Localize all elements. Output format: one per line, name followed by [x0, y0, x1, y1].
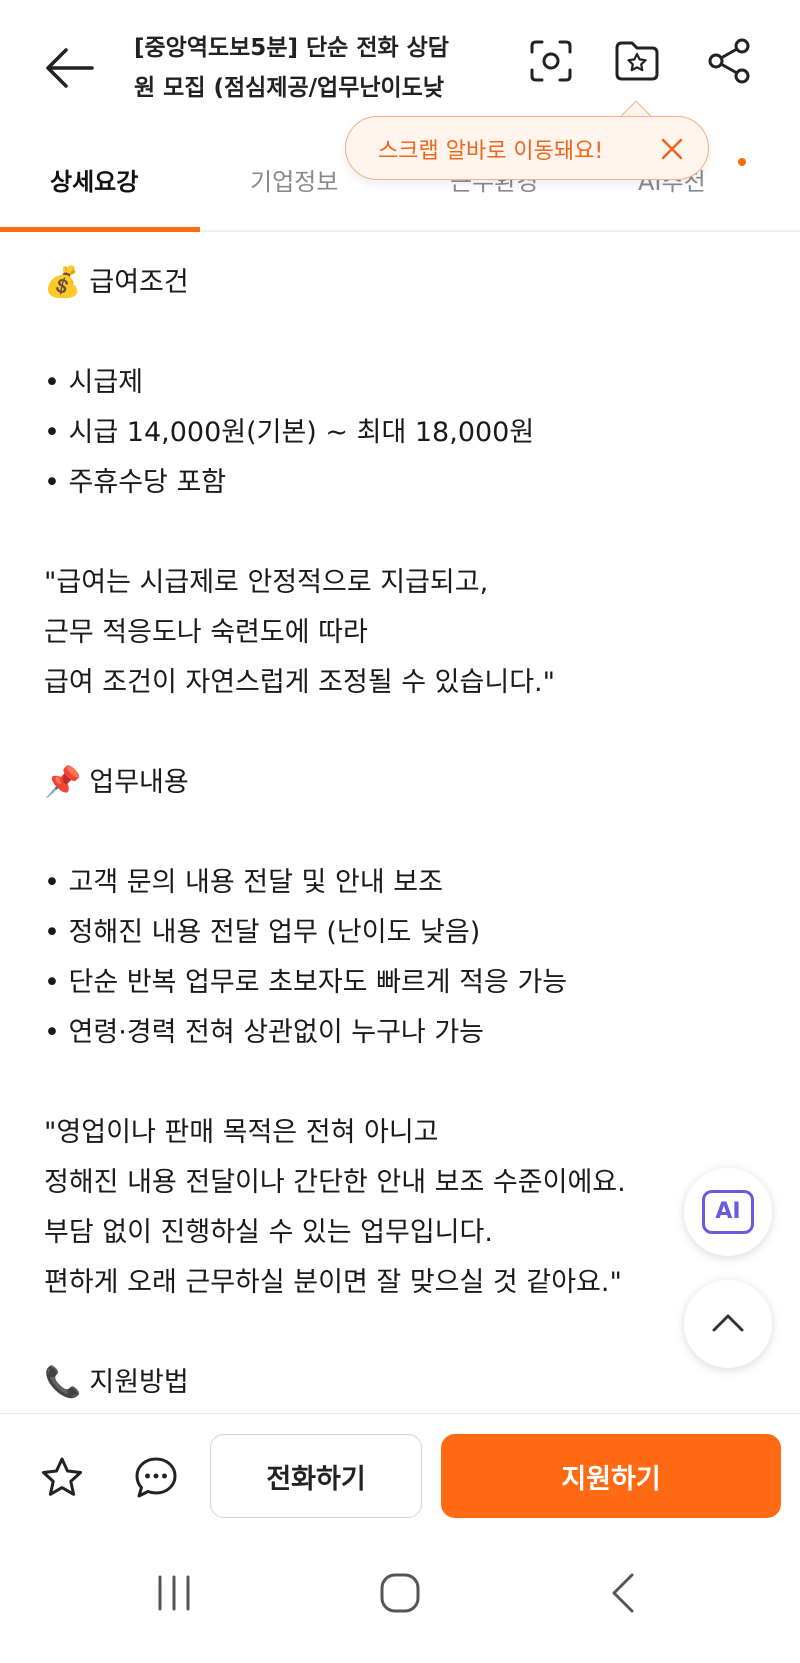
apply-heading-text: 지원방법	[89, 1367, 189, 1398]
back-arrow-icon	[46, 48, 94, 88]
tab-details[interactable]: 상세요강	[50, 162, 138, 197]
favorite-button[interactable]	[38, 1454, 86, 1502]
quote-line: 부담 없이 진행하실 수 있는 업무입니다.	[44, 1217, 493, 1248]
call-button[interactable]: 전화하기	[210, 1434, 422, 1518]
tooltip-text: 스크랩 알바로 이동돼요!	[378, 139, 604, 164]
quote-line: "급여는 시급제로 안정적으로 지급되고,	[44, 567, 489, 598]
title-line-2: 원 모집 (점심제공/업무난이도낮	[134, 75, 445, 101]
active-tab-indicator	[0, 227, 200, 232]
quote-line: 편하게 오래 근무하실 분이면 잘 맞으실 것 같아요."	[44, 1267, 622, 1298]
recents-icon	[158, 1575, 190, 1611]
apply-section-heading: 📞 지원방법	[44, 1358, 774, 1408]
ai-assistant-button[interactable]: AI	[684, 1168, 772, 1256]
new-badge-dot	[738, 158, 746, 166]
list-item: • 시급제	[44, 367, 144, 398]
phone-icon: 📞	[44, 1365, 82, 1400]
share-icon	[708, 38, 750, 84]
scrap-tooltip[interactable]: 스크랩 알바로 이동돼요!	[345, 116, 709, 180]
apply-button[interactable]: 지원하기	[441, 1434, 781, 1518]
salary-heading-text: 급여조건	[89, 267, 189, 298]
title-line-1: [중앙역도보5분] 단순 전화 상담	[134, 35, 449, 61]
star-icon	[42, 1457, 82, 1496]
scroll-to-top-button[interactable]	[684, 1280, 772, 1368]
money-bag-icon: 💰	[44, 265, 82, 300]
scan-icon	[530, 40, 572, 82]
page-title: [중앙역도보5분] 단순 전화 상담 원 모집 (점심제공/업무난이도낮	[134, 28, 474, 108]
list-item: • 시급 14,000원(기본) ~ 최대 18,000원	[44, 417, 535, 448]
list-item: • 단순 반복 업무로 초보자도 빠르게 적응 가능	[44, 967, 568, 998]
list-item: • 고객 문의 내용 전달 및 안내 보조	[44, 867, 443, 898]
bottom-action-bar: 전화하기 지원하기	[0, 1413, 800, 1533]
quote-line: 근무 적응도나 숙련도에 따라	[44, 617, 368, 648]
pushpin-icon: 📌	[44, 765, 82, 800]
scrap-folder-icon	[615, 41, 659, 81]
quote-line: "영업이나 판매 목적은 전혀 아니고	[44, 1117, 439, 1148]
duty-section-heading: 📌 업무내용	[44, 758, 774, 808]
system-navigation-bar	[0, 1533, 800, 1663]
chevron-left-icon	[612, 1573, 634, 1613]
chevron-up-icon	[712, 1314, 744, 1332]
job-detail-content: 💰 급여조건 • 시급제 • 시급 14,000원(기본) ~ 최대 18,00…	[44, 258, 774, 1408]
quote-line: 급여 조건이 자연스럽게 조정될 수 있습니다."	[44, 667, 556, 698]
chat-bubble-icon	[135, 1457, 177, 1498]
scan-button[interactable]	[526, 36, 576, 86]
home-button[interactable]	[370, 1563, 430, 1623]
home-icon	[380, 1573, 420, 1613]
salary-section-heading: 💰 급여조건	[44, 258, 774, 308]
quote-line: 정해진 내용 전달이나 간단한 안내 보조 수준이에요.	[44, 1167, 626, 1198]
system-back-button[interactable]	[594, 1563, 654, 1623]
back-button[interactable]	[40, 38, 100, 98]
share-button[interactable]	[704, 36, 754, 86]
list-item: • 주휴수당 포함	[44, 467, 227, 498]
ai-icon: AI	[702, 1190, 754, 1234]
inquiry-button[interactable]	[132, 1454, 180, 1502]
close-icon[interactable]	[658, 135, 686, 163]
list-item: • 연령·경력 전혀 상관없이 누구나 가능	[44, 1017, 485, 1048]
scrap-button[interactable]	[612, 36, 662, 86]
list-item: • 정해진 내용 전달 업무 (난이도 낮음)	[44, 917, 481, 948]
duty-heading-text: 업무내용	[89, 767, 189, 798]
top-app-bar: [중앙역도보5분] 단순 전화 상담 원 모집 (점심제공/업무난이도낮	[0, 0, 800, 130]
tab-company-info[interactable]: 기업정보	[250, 162, 338, 197]
recents-button[interactable]	[144, 1563, 204, 1623]
